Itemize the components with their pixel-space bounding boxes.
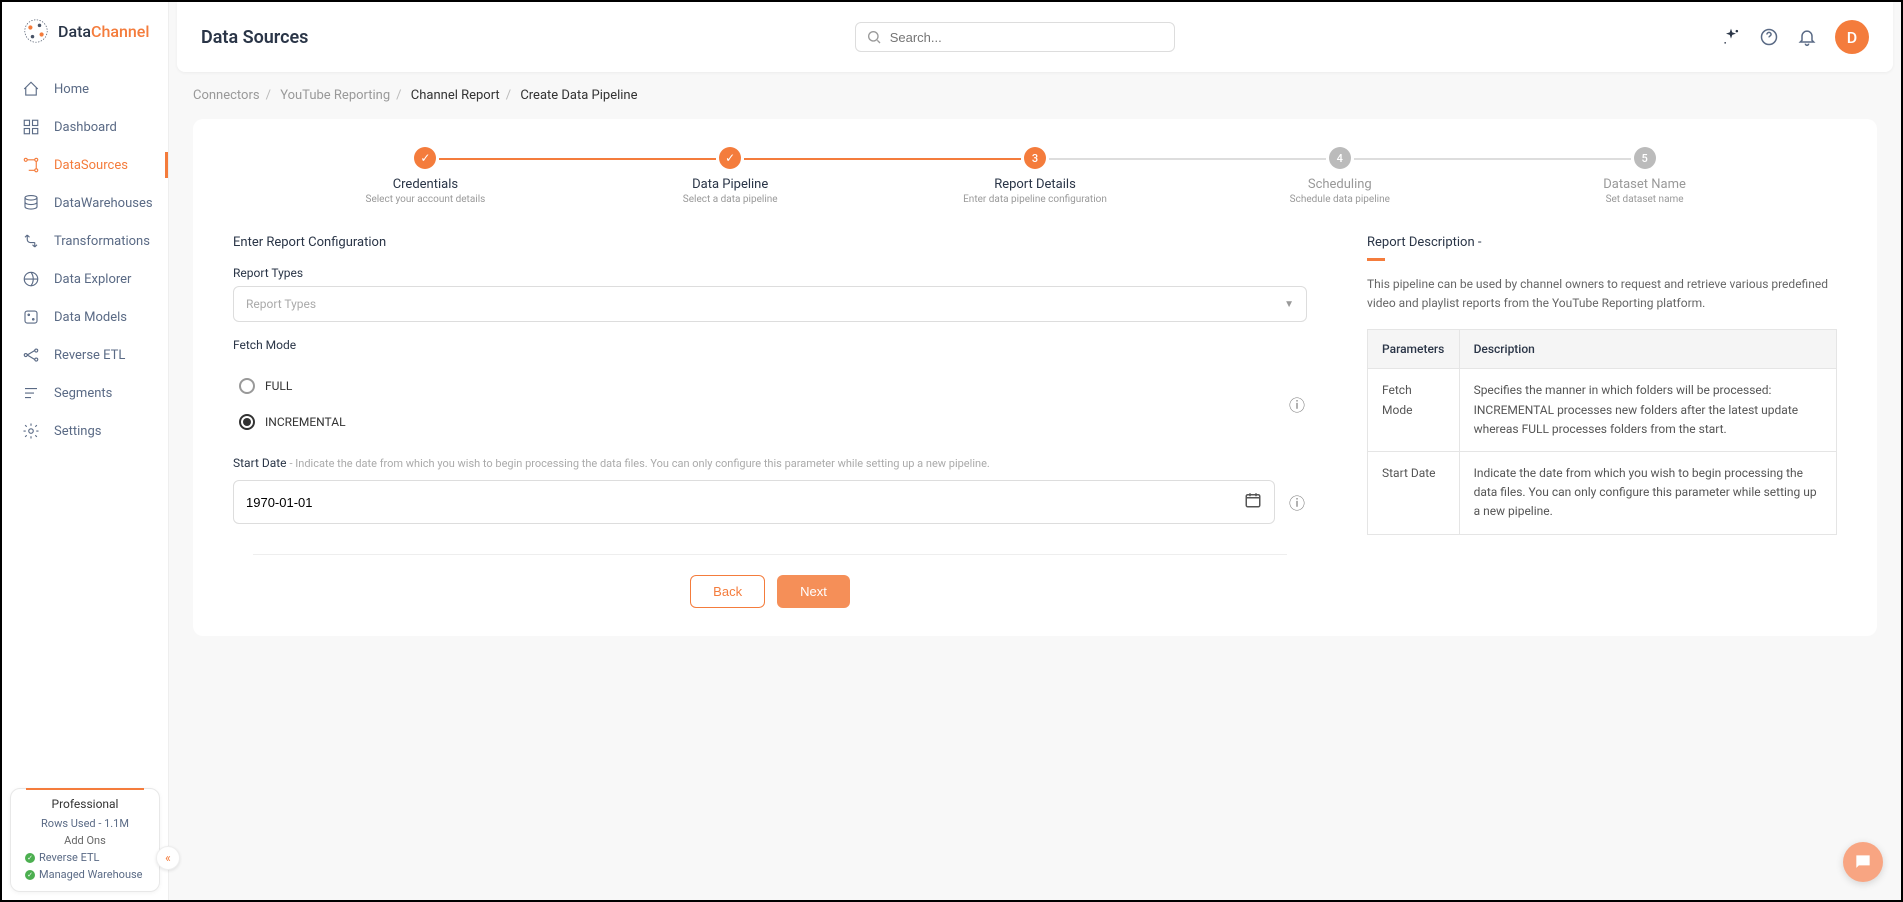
step-datapipeline[interactable]: Data PipelineSelect a data pipeline: [578, 147, 883, 205]
explorer-icon: [22, 270, 40, 288]
sidebar-item-segments[interactable]: Segments: [2, 374, 168, 412]
sidebar: DataChannel Home Dashboard DataSources D…: [2, 2, 169, 900]
sidebar-item-dashboard[interactable]: Dashboard: [2, 108, 168, 146]
top-icons: D: [1721, 20, 1869, 54]
plan-addons-heading: Add Ons: [21, 834, 149, 847]
topbar: Data Sources D: [177, 2, 1893, 72]
addon-item: Managed Warehouse: [21, 868, 149, 881]
breadcrumb-current: Channel Report: [411, 88, 500, 103]
search-input[interactable]: [890, 30, 1164, 45]
sidebar-item-label: Transformations: [54, 234, 150, 249]
sidebar-item-label: DataSources: [54, 158, 128, 173]
back-button[interactable]: Back: [690, 575, 765, 608]
start-date-input[interactable]: [246, 495, 1244, 510]
sidebar-item-label: DataWarehouses: [54, 196, 153, 211]
database-icon: [22, 194, 40, 212]
chevron-down-icon: ▼: [1284, 299, 1294, 310]
logo-text: DataChannel: [58, 22, 149, 41]
th-parameters: Parameters: [1368, 330, 1460, 369]
form-area: Enter Report Configuration Report Types …: [233, 235, 1307, 608]
description-title: Report Description -: [1367, 235, 1837, 250]
radio-full[interactable]: FULL: [233, 368, 1275, 404]
start-date-label: Start Date - Indicate the date from whic…: [233, 456, 1307, 470]
report-types-label: Report Types: [233, 266, 1307, 280]
reverse-etl-icon: [22, 346, 40, 364]
divider: [253, 554, 1287, 555]
chat-bubble[interactable]: [1843, 842, 1883, 882]
step-credentials[interactable]: CredentialsSelect your account details: [273, 147, 578, 205]
dashboard-icon: [22, 118, 40, 136]
models-icon: [22, 308, 40, 326]
page-title: Data Sources: [201, 27, 308, 48]
stepper: CredentialsSelect your account details D…: [233, 147, 1837, 205]
underline: [1367, 258, 1385, 261]
step-scheduling: 4SchedulingSchedule data pipeline: [1187, 147, 1492, 205]
check-icon: [25, 870, 35, 880]
help-icon[interactable]: [1759, 27, 1779, 47]
sidebar-item-datawarehouses[interactable]: DataWarehouses: [2, 184, 168, 222]
addon-item: Reverse ETL: [21, 851, 149, 864]
sidebar-item-reverseetl[interactable]: Reverse ETL: [2, 336, 168, 374]
chat-icon: [1853, 852, 1873, 872]
fetch-mode-label: Fetch Mode: [233, 338, 1307, 352]
sidebar-collapse-button[interactable]: «: [156, 846, 180, 870]
params-table: Parameters Description Fetch Mode Specif…: [1367, 329, 1837, 534]
description-area: Report Description - This pipeline can b…: [1367, 235, 1837, 608]
sidebar-item-label: Data Models: [54, 310, 127, 325]
transform-icon: [22, 232, 40, 250]
calendar-icon[interactable]: [1244, 491, 1262, 513]
home-icon: [22, 80, 40, 98]
sidebar-item-dataexplorer[interactable]: Data Explorer: [2, 260, 168, 298]
bell-icon[interactable]: [1797, 27, 1817, 47]
description-text: This pipeline can be used by channel own…: [1367, 275, 1837, 313]
select-placeholder: Report Types: [246, 297, 316, 311]
sidebar-item-label: Reverse ETL: [54, 348, 125, 363]
search-box[interactable]: [855, 22, 1175, 52]
plan-card: Professional Rows Used - 1.1M Add Ons Re…: [10, 788, 160, 892]
sidebar-item-datasources[interactable]: DataSources: [2, 146, 168, 184]
form-heading: Enter Report Configuration: [233, 235, 1307, 250]
sidebar-item-label: Home: [54, 82, 89, 97]
logo-icon: [22, 17, 50, 45]
sidebar-item-label: Segments: [54, 386, 112, 401]
sidebar-item-label: Data Explorer: [54, 272, 131, 287]
breadcrumb: Connectors/ YouTube Reporting/ Channel R…: [193, 88, 1877, 103]
sparkle-icon[interactable]: [1721, 27, 1741, 47]
sidebar-item-label: Settings: [54, 424, 101, 439]
plan-rows-used: Rows Used - 1.1M: [21, 817, 149, 830]
fetch-mode-group: FULL INCREMENTAL: [233, 358, 1275, 450]
breadcrumb-current: Create Data Pipeline: [520, 88, 637, 103]
segments-icon: [22, 384, 40, 402]
next-button[interactable]: Next: [777, 575, 850, 608]
nav: Home Dashboard DataSources DataWarehouse…: [2, 55, 168, 780]
logo[interactable]: DataChannel: [2, 2, 168, 55]
sidebar-item-transformations[interactable]: Transformations: [2, 222, 168, 260]
start-date-input-wrapper[interactable]: [233, 480, 1275, 524]
info-icon[interactable]: ⓘ: [1287, 490, 1307, 514]
breadcrumb-link[interactable]: YouTube Reporting: [280, 88, 390, 103]
info-icon[interactable]: ⓘ: [1287, 392, 1307, 416]
avatar[interactable]: D: [1835, 20, 1869, 54]
th-description: Description: [1459, 330, 1836, 369]
check-icon: [25, 853, 35, 863]
sidebar-item-label: Dashboard: [54, 120, 117, 135]
sidebar-item-settings[interactable]: Settings: [2, 412, 168, 450]
step-reportdetails[interactable]: 3Report DetailsEnter data pipeline confi…: [883, 147, 1188, 205]
plan-title: Professional: [21, 797, 149, 811]
step-datasetname: 5Dataset NameSet dataset name: [1492, 147, 1797, 205]
breadcrumb-link[interactable]: Connectors: [193, 88, 260, 103]
datasources-icon: [22, 156, 40, 174]
gear-icon: [22, 422, 40, 440]
report-types-select[interactable]: Report Types ▼: [233, 286, 1307, 322]
sidebar-item-home[interactable]: Home: [2, 70, 168, 108]
radio-incremental[interactable]: INCREMENTAL: [233, 404, 1275, 440]
sidebar-item-datamodels[interactable]: Data Models: [2, 298, 168, 336]
table-row: Start Date Indicate the date from which …: [1368, 451, 1837, 534]
table-row: Fetch Mode Specifies the manner in which…: [1368, 369, 1837, 452]
main-panel: CredentialsSelect your account details D…: [193, 119, 1877, 636]
search-icon: [866, 29, 882, 45]
